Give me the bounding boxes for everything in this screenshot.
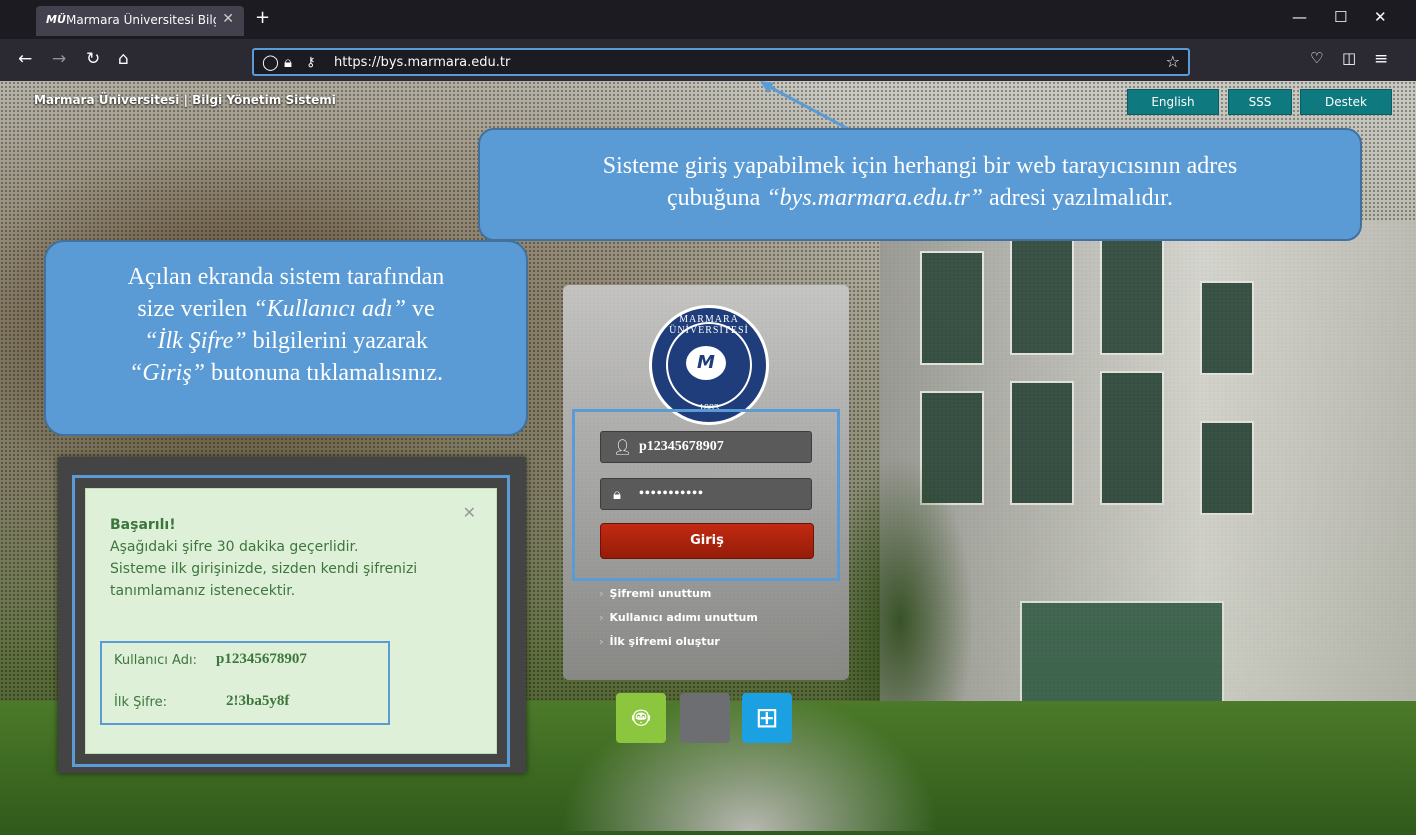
faq-button[interactable]: SSS [1228,89,1292,115]
username-value: p12345678907 [216,651,307,667]
password-label: İlk Şifre: [114,695,167,710]
forward-icon[interactable]: → [52,49,66,69]
callout-text: adresi yazılmalıdır. [983,185,1173,211]
callout-line: size verilen “Kullanıcı adı” ve [46,293,526,325]
url-text: https://bys.marmara.edu.tr [334,55,511,70]
browser-tab-bar: MÜ Marmara Üniversitesi Bilgi Yöne ✕ + —… [0,0,1416,39]
callout-line: Açılan ekranda sistem tarafından [127,264,445,290]
page-content: Marmara Üniversitesi | Bilgi Yönetim Sis… [0,81,1416,835]
address-bar-callout: Sisteme giriş yapabilmek için herhangi b… [478,128,1362,241]
callout-text: size verilen [137,296,254,322]
user-icon: 👤︎ [613,438,633,456]
browser-tab[interactable]: MÜ Marmara Üniversitesi Bilgi Yöne ✕ [36,6,244,36]
login-button[interactable]: Giriş [600,523,814,559]
english-button[interactable]: English [1127,89,1219,115]
success-screenshot-inset: Başarılı! ✕ Aşağıdaki şifre 30 dakika ge… [58,457,526,773]
callout-emphasis: “bys.marmara.edu.tr” [766,185,984,211]
success-line: Sisteme ilk girişinizde, sizden kendi şi… [110,561,418,577]
password-value: ••••••••••• [639,486,704,501]
password-value: 2!3ba5y8f [226,693,290,709]
close-tab-icon[interactable]: ✕ [222,11,234,27]
minimize-icon[interactable]: — [1292,8,1307,26]
menu-icon[interactable]: ≡ [1374,49,1388,69]
close-icon[interactable]: ✕ [463,503,476,522]
callout-line: Sisteme giriş yapabilmek için herhangi b… [602,153,1238,179]
callout-line: “İlk Şifre” bilgilerini yazarak [46,325,526,357]
callout-text: bilgilerini yazarak [246,328,428,354]
close-window-icon[interactable]: ✕ [1374,8,1387,26]
success-highlight-box: Başarılı! ✕ Aşağıdaki şifre 30 dakika ge… [72,475,510,767]
lock-icon: 🔒︎ [613,485,621,503]
pocket-icon[interactable]: ♡ [1310,49,1323,67]
login-instructions-callout: Açılan ekranda sistem tarafından size ve… [44,240,528,436]
credentials-box: Kullanıcı Adı: p12345678907 İlk Şifre: 2… [100,641,390,725]
tab-title: Marmara Üniversitesi Bilgi Yöne [66,13,216,27]
site-title: Marmara Üniversitesi | Bilgi Yönetim Sis… [34,93,336,107]
reload-icon[interactable]: ↻ [86,49,100,69]
callout-emphasis: “Kullanıcı adı” [253,296,406,322]
callout-emphasis: “Giriş” [128,360,206,386]
callout-emphasis: “İlk Şifre” [144,328,247,354]
username-field[interactable]: 👤︎ p12345678907 [600,431,812,463]
success-alert: Başarılı! ✕ Aşağıdaki şifre 30 dakika ge… [85,488,497,754]
callout-line: çubuğuna “bys.marmara.edu.tr” adresi yaz… [480,182,1360,214]
logo-mark-icon: M [686,346,726,380]
password-field[interactable]: 🔒︎ ••••••••••• [600,478,812,510]
success-title: Başarılı! [110,517,176,533]
shield-icon[interactable]: ◯ [262,53,279,71]
create-first-password-link[interactable]: İlk şifremi oluştur [599,635,720,648]
forgot-password-link[interactable]: Şifremi unuttum [599,587,712,600]
support-button[interactable]: Destek [1300,89,1392,115]
back-icon[interactable]: ← [18,49,32,69]
callout-line: “Giriş” butonuna tıklamalısınız. [46,357,526,389]
site-favicon-icon: MÜ [46,13,66,26]
apple-icon[interactable] [680,693,730,743]
callout-text: butonuna tıklamalısınız. [205,360,443,386]
username-label: Kullanıcı Adı: [114,653,197,668]
new-tab-icon[interactable]: + [255,7,270,28]
callout-text: çubuğuna [667,185,767,211]
windows-icon[interactable]: ⊞ [742,693,792,743]
username-value: p12345678907 [639,439,724,454]
sidebar-icon[interactable]: ◫ [1342,49,1356,67]
lock-icon[interactable]: 🔒︎ [284,53,292,71]
home-icon[interactable]: ⌂ [118,49,129,69]
success-line: Aşağıdaki şifre 30 dakika geçerlidir. [110,539,359,555]
logo-text: MARMARA ÜNİVERSİTESİ [669,314,749,336]
bookmark-star-icon[interactable]: ☆ [1166,52,1180,71]
forgot-username-link[interactable]: Kullanıcı adımı unuttum [599,611,758,624]
android-icon[interactable]: 🤖︎ [616,693,666,743]
callout-text: ve [406,296,435,322]
maximize-icon[interactable]: ☐ [1334,8,1347,26]
login-panel: MARMARA ÜNİVERSİTESİ M 1883 👤︎ p12345678… [563,285,849,680]
success-line: tanımlamanız istenecektir. [110,583,296,599]
address-bar[interactable]: ◯ 🔒︎ ⚷ https://bys.marmara.edu.tr ☆ [252,48,1190,76]
key-icon[interactable]: ⚷ [306,55,316,70]
university-logo: MARMARA ÜNİVERSİTESİ M 1883 [649,305,769,425]
